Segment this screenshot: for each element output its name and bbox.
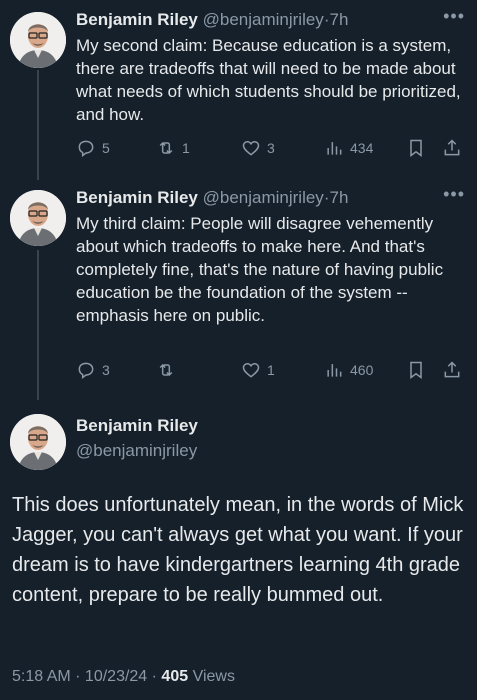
timestamp[interactable]: 7h [329, 10, 348, 29]
bookmark-icon [410, 361, 422, 379]
reply-icon [78, 140, 94, 157]
tweet-header: Benjamin Riley @benjaminjriley·7h [76, 10, 348, 30]
share-icon [444, 139, 460, 156]
share-icon [444, 361, 460, 378]
views-count: 460 [350, 362, 374, 378]
tweet-actions: 3 1 460 [76, 360, 466, 384]
avatar[interactable] [10, 12, 66, 68]
retweet-button[interactable] [156, 360, 182, 380]
tweet-footer: 5:18 AM · 10/23/24 · 405 Views [12, 668, 235, 686]
tweet-text: My second claim: Because education is a … [76, 36, 461, 124]
reply-button[interactable]: 5 [76, 138, 110, 158]
display-name[interactable]: Benjamin Riley [76, 188, 198, 207]
views-chart-icon [327, 142, 342, 155]
main-tweet-text: This does unfortunately mean, in the wor… [12, 494, 464, 606]
retweet-icon [159, 363, 173, 377]
heart-icon [242, 362, 260, 378]
display-name[interactable]: Benjamin Riley [76, 10, 198, 29]
views-count[interactable]: 405 [161, 668, 188, 685]
handle[interactable]: @benjaminjriley [203, 10, 324, 29]
timestamp[interactable]: 5:18 AM · 10/23/24 · [12, 668, 161, 685]
avatar[interactable] [10, 414, 66, 470]
more-icon[interactable]: ••• [443, 184, 465, 205]
more-icon[interactable]: ••• [443, 6, 465, 27]
like-count: 1 [267, 362, 275, 378]
like-button[interactable]: 3 [241, 138, 275, 158]
views-chart-icon [327, 364, 342, 377]
bookmark-button[interactable] [406, 138, 426, 158]
reply-button[interactable]: 3 [76, 360, 110, 380]
avatar[interactable] [10, 190, 66, 246]
reply-count: 5 [102, 140, 110, 156]
display-name[interactable]: Benjamin Riley [76, 416, 198, 436]
like-button[interactable]: 1 [241, 360, 275, 380]
share-button[interactable] [442, 360, 462, 380]
retweet-count: 1 [182, 140, 190, 156]
tweet[interactable]: Benjamin Riley @benjaminjriley·7h ••• My… [0, 0, 477, 175]
views-button[interactable]: 434 [324, 138, 373, 158]
timestamp[interactable]: 7h [329, 188, 348, 207]
tweet[interactable]: Benjamin Riley @benjaminjriley·7h ••• My… [0, 178, 477, 398]
views-button[interactable]: 460 [324, 360, 373, 380]
main-tweet: Benjamin Riley @benjaminjriley [0, 408, 477, 488]
bookmark-icon [410, 139, 422, 157]
handle[interactable]: @benjaminjriley [203, 188, 324, 207]
tweet-header: Benjamin Riley @benjaminjriley·7h [76, 188, 348, 208]
reply-icon [78, 362, 94, 379]
tweet-text: My third claim: People will disagree veh… [76, 214, 444, 325]
retweet-icon [159, 141, 173, 155]
reply-count: 3 [102, 362, 110, 378]
heart-icon [242, 140, 260, 156]
bookmark-button[interactable] [406, 360, 426, 380]
retweet-button[interactable]: 1 [156, 138, 190, 158]
tweet-actions: 5 1 3 434 [76, 138, 466, 162]
like-count: 3 [267, 140, 275, 156]
handle[interactable]: @benjaminjriley [76, 441, 197, 461]
views-count: 434 [350, 140, 374, 156]
views-label: Views [188, 668, 235, 685]
share-button[interactable] [442, 138, 462, 158]
